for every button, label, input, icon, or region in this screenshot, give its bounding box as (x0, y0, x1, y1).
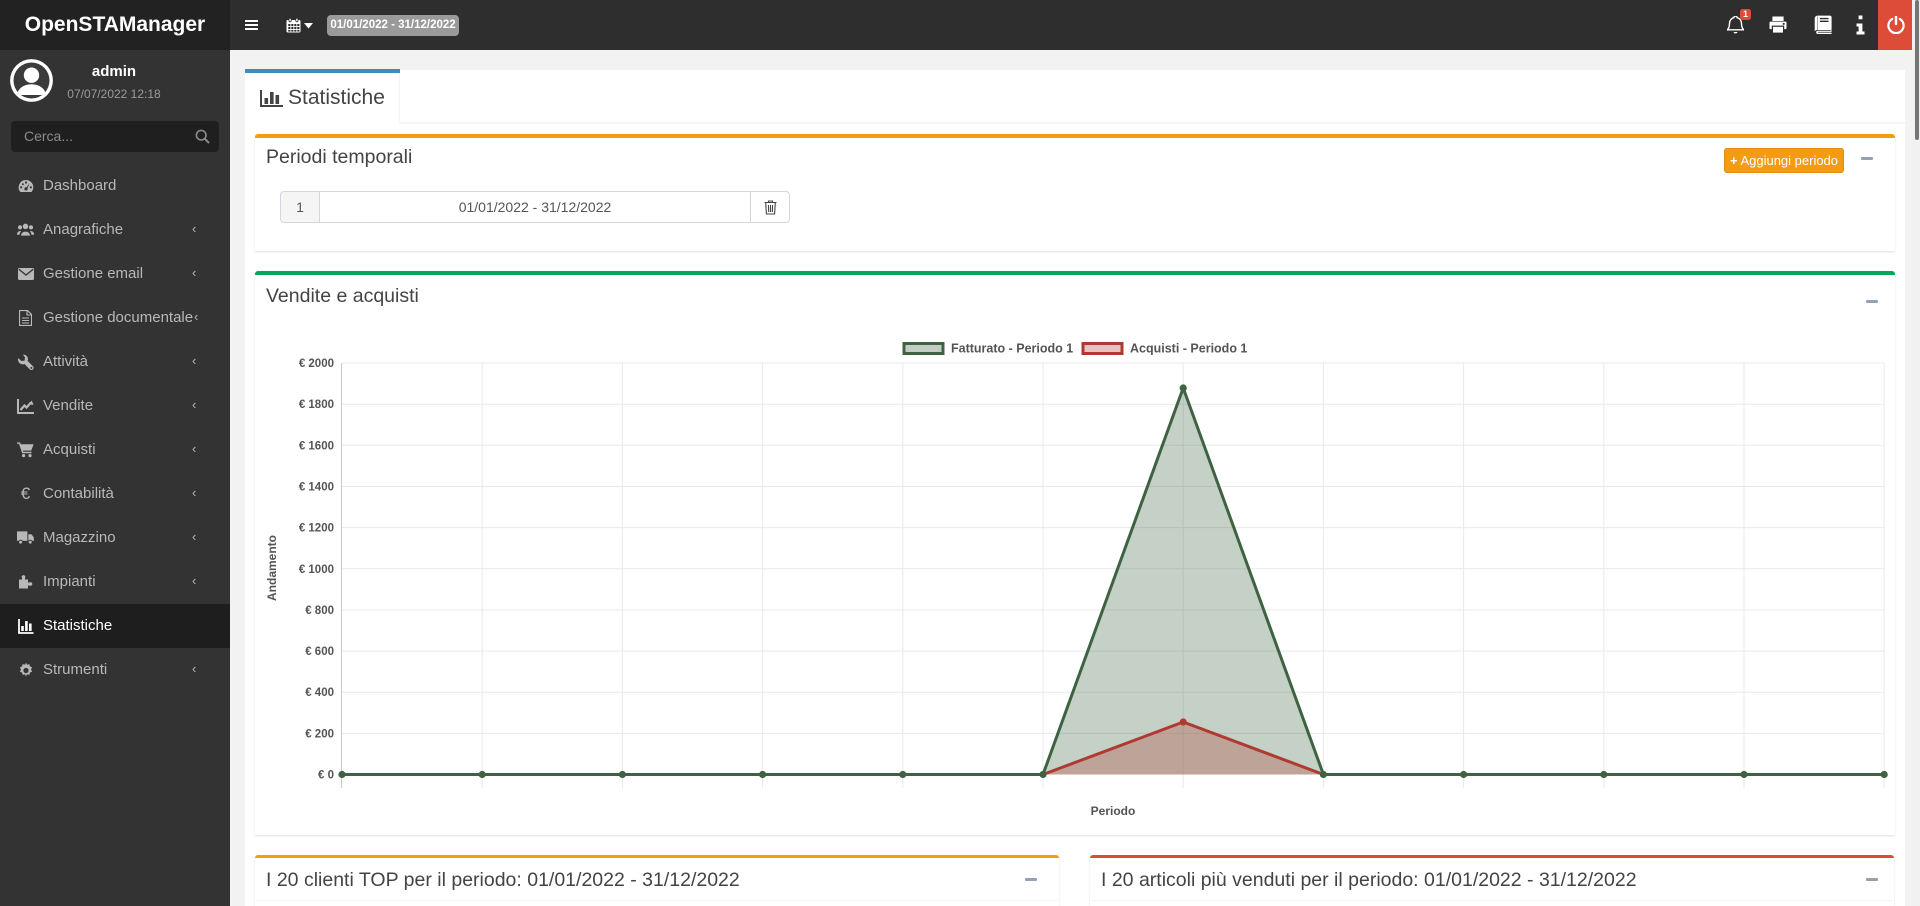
svg-text:€ 1600: € 1600 (299, 440, 334, 452)
svg-text:Fatturato - Periodo 1: Fatturato - Periodo 1 (951, 342, 1073, 356)
svg-text:€ 1400: € 1400 (299, 482, 334, 494)
svg-text:€ 1000: € 1000 (299, 564, 334, 576)
svg-text:Acquisti - Periodo 1: Acquisti - Periodo 1 (1130, 342, 1247, 356)
svg-text:€ 200: € 200 (305, 728, 334, 740)
svg-text:€ 400: € 400 (305, 687, 334, 699)
svg-text:€ 1800: € 1800 (299, 399, 334, 411)
svg-text:Periodo: Periodo (1091, 804, 1136, 818)
svg-text:€ 2000: € 2000 (299, 358, 334, 370)
svg-text:€ 1200: € 1200 (299, 523, 334, 535)
svg-text:€ 800: € 800 (305, 605, 334, 617)
svg-text:Andamento: Andamento (265, 535, 279, 601)
svg-text:€ 600: € 600 (305, 646, 334, 658)
svg-text:€ 0: € 0 (318, 770, 334, 782)
